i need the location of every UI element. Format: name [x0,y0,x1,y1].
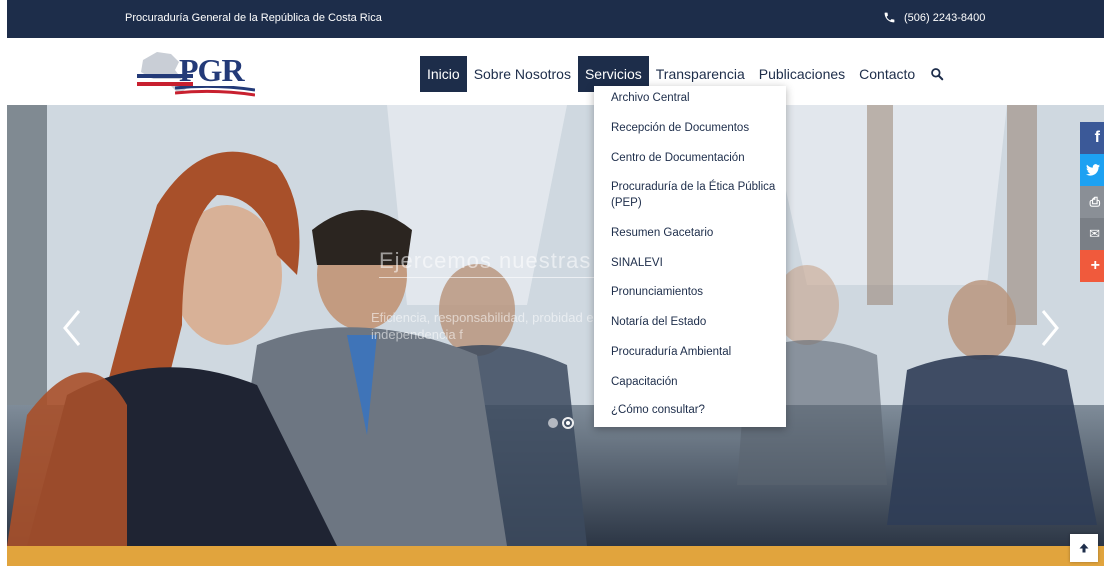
chevron-left-icon [63,310,81,346]
phone-contact[interactable]: (506) 2243-8400 [883,11,985,24]
slider-dot-1[interactable] [548,418,558,428]
arrow-up-icon [1079,543,1089,553]
print-button[interactable]: ⎙ [1080,186,1104,218]
twitter-share-button[interactable] [1080,154,1104,186]
top-bar: Procuraduría General de la República de … [7,0,1104,38]
slide-caption-subtitle: Eficiencia, responsabilidad, probidad e … [371,310,594,342]
hero-slider: Ejercemos nuestras Eficiencia, responsab… [7,105,1104,546]
dropdown-item-notaria-estado[interactable]: Notaría del Estado [611,314,776,330]
pgr-logo[interactable]: PGR [135,44,257,102]
nav-item-contacto[interactable]: Contacto [852,56,922,92]
dropdown-item-como-consultar[interactable]: ¿Cómo consultar? [611,402,776,418]
main-header: PGR Inicio Sobre Nosotros Servicios Tran… [7,38,1104,105]
slider-prev-button[interactable] [57,305,87,351]
dropdown-item-sinalevi[interactable]: SINALEVI [611,255,776,271]
twitter-icon [1086,164,1100,176]
slider-dot-2[interactable] [562,417,574,429]
accent-footer-strip [7,546,1104,566]
servicios-dropdown-menu: Archivo Central Recepción de Documentos … [594,86,786,427]
search-icon [931,68,944,81]
dropdown-item-recepcion-documentos[interactable]: Recepción de Documentos [611,120,776,136]
logo-stripes [175,86,255,97]
slide-caption-title: Ejercemos nuestras [379,248,592,273]
search-button[interactable] [922,56,952,92]
nav-item-sobre-nosotros[interactable]: Sobre Nosotros [467,56,578,92]
dropdown-item-archivo-central[interactable]: Archivo Central [611,90,776,106]
chevron-right-icon [1041,310,1059,346]
print-icon: ⎙ [1089,194,1100,209]
slider-next-button[interactable] [1035,305,1065,351]
more-share-button[interactable]: + [1080,250,1104,282]
email-icon: ✉ [1089,226,1100,241]
slider-pagination [548,417,574,429]
facebook-icon: f [1094,129,1100,146]
phone-number: (506) 2243-8400 [904,11,986,24]
logo-text: PGR [179,52,245,88]
dropdown-item-etica-publica[interactable]: Procuraduría de la Ética Pública (PEP) [611,179,776,211]
scroll-to-top-button[interactable] [1070,534,1098,562]
organization-name: Procuraduría General de la República de … [125,12,382,24]
dropdown-item-capacitacion[interactable]: Capacitación [611,374,776,390]
dropdown-item-centro-documentacion[interactable]: Centro de Documentación [611,150,776,166]
dropdown-item-resumen-gacetario[interactable]: Resumen Gacetario [611,225,776,241]
phone-icon [884,12,895,23]
share-plus-icon: + [1090,257,1100,274]
facebook-share-button[interactable]: f [1080,122,1104,154]
social-share-bar: f ⎙ ✉ + [1080,122,1104,282]
nav-item-inicio[interactable]: Inicio [420,56,467,92]
email-share-button[interactable]: ✉ [1080,218,1104,250]
dropdown-item-pronunciamientos[interactable]: Pronunciamientos [611,284,776,300]
caption-divider [379,277,599,278]
dropdown-item-procuraduria-ambiental[interactable]: Procuraduría Ambiental [611,344,776,360]
